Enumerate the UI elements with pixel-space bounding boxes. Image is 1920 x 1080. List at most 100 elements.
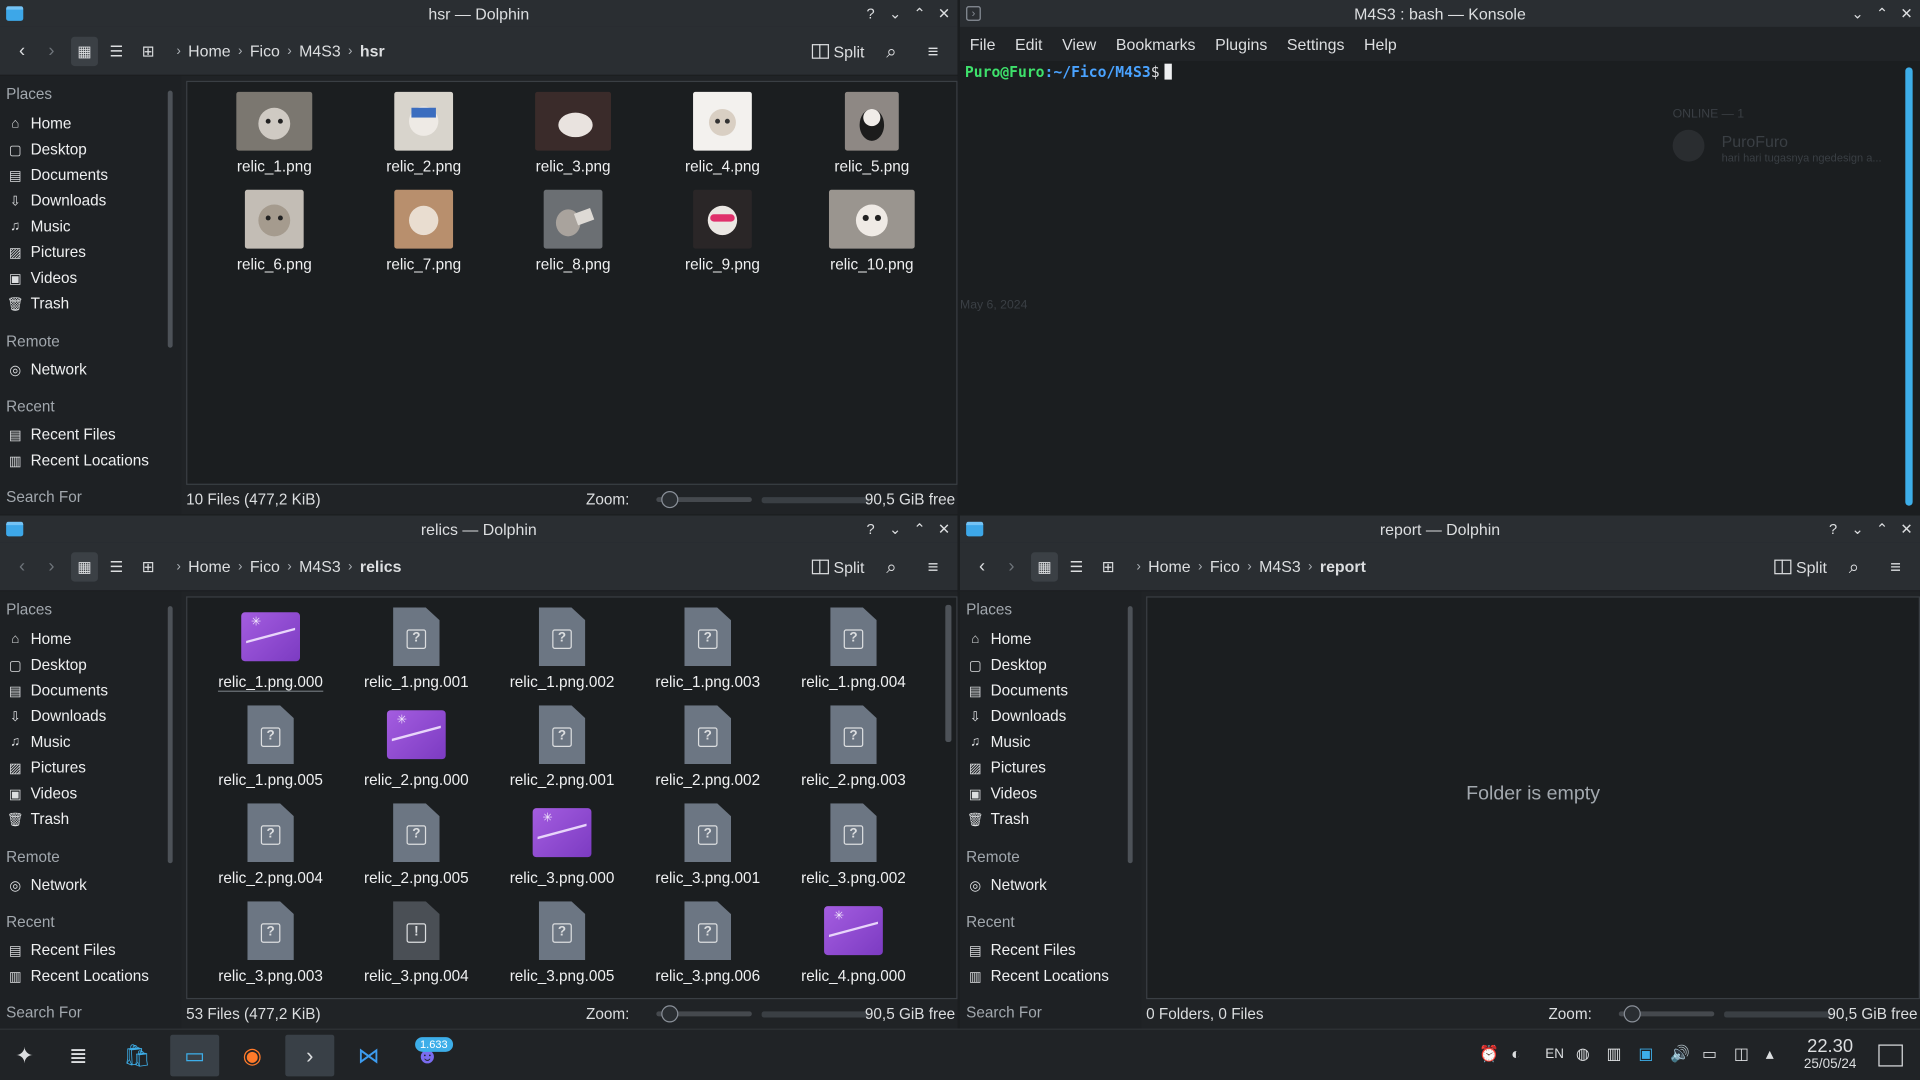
terminal-scrollbar[interactable] bbox=[1905, 67, 1913, 506]
sidebar-item-home[interactable]: ⌂ Home bbox=[7, 628, 71, 650]
file-item[interactable]: ? relic_2.png.003 bbox=[792, 705, 914, 789]
titlebar[interactable]: relics — Dolphin ? ⌄ ⌃ ✕ bbox=[0, 515, 958, 543]
breadcrumb-item[interactable]: Home bbox=[188, 557, 230, 575]
breadcrumb-item[interactable]: M4S3 bbox=[299, 557, 341, 575]
file-item[interactable]: ? relic_3.png.005 bbox=[501, 901, 623, 984]
file-item[interactable]: relic_4.png.000 bbox=[792, 901, 914, 984]
maximize-icon[interactable]: ⌃ bbox=[911, 520, 928, 537]
back-icon[interactable]: ‹ bbox=[7, 552, 36, 581]
split-button[interactable]: Split bbox=[811, 558, 864, 576]
sidebar-item-downloads[interactable]: ⇩ Downloads bbox=[7, 190, 107, 212]
file-item[interactable]: ? relic_1.png.002 bbox=[501, 607, 623, 691]
file-item[interactable]: relic_7.png bbox=[362, 189, 484, 273]
forward-icon[interactable]: › bbox=[37, 552, 66, 581]
sidebar-scrollbar[interactable] bbox=[1127, 606, 1133, 864]
file-item[interactable]: relic_4.png bbox=[661, 91, 783, 175]
breadcrumb-current[interactable]: hsr bbox=[360, 42, 385, 60]
file-item[interactable]: relic_3.png.000 bbox=[501, 803, 623, 887]
breadcrumb-item[interactable]: Fico bbox=[250, 557, 280, 575]
sidebar-item-desktop[interactable]: ▢ Desktop bbox=[7, 654, 87, 676]
file-view[interactable]: Folder is empty bbox=[1146, 596, 1920, 1000]
forward-icon[interactable]: › bbox=[37, 36, 66, 65]
file-view-scrollbar[interactable] bbox=[945, 604, 952, 743]
file-view[interactable]: relic_1.png relic_2.png relic_3.png reli… bbox=[186, 80, 958, 485]
file-item[interactable]: ? relic_2.png.002 bbox=[647, 705, 769, 789]
menu-edit[interactable]: Edit bbox=[1005, 35, 1052, 53]
menu-view[interactable]: View bbox=[1052, 35, 1106, 53]
compact-view-button[interactable]: ⊞ bbox=[135, 552, 162, 581]
split-button[interactable]: Split bbox=[1773, 558, 1827, 576]
breadcrumb-current[interactable]: relics bbox=[360, 557, 402, 575]
menu-plugins[interactable]: Plugins bbox=[1205, 35, 1277, 53]
sidebar-item-pictures[interactable]: ▨ Pictures bbox=[7, 757, 86, 779]
sidebar-item-network[interactable]: ◎ Network bbox=[967, 874, 1046, 896]
breadcrumb-item[interactable]: Fico bbox=[250, 42, 280, 60]
file-item[interactable]: relic_8.png bbox=[512, 189, 634, 273]
icons-view-button[interactable]: ▦ bbox=[71, 551, 98, 582]
breadcrumb-item[interactable]: Fico bbox=[1210, 557, 1240, 575]
file-item[interactable]: ? relic_1.png.003 bbox=[647, 607, 769, 691]
network-tray-icon[interactable]: ◫ bbox=[1734, 1044, 1749, 1064]
minimize-icon[interactable]: ⌄ bbox=[887, 520, 904, 537]
sidebar-item-music[interactable]: ♫ Music bbox=[7, 216, 70, 238]
split-button[interactable]: Split bbox=[811, 42, 864, 61]
file-item[interactable]: ? relic_3.png.002 bbox=[792, 803, 914, 887]
file-item[interactable]: ! relic_3.png.004 bbox=[355, 901, 477, 984]
file-item[interactable]: relic_10.png bbox=[811, 189, 933, 273]
breadcrumb-item[interactable]: Home bbox=[1148, 557, 1190, 575]
details-view-button[interactable]: ☰ bbox=[103, 36, 130, 65]
tray-expand-icon[interactable]: ▴ bbox=[1766, 1044, 1774, 1064]
file-item[interactable]: ? relic_1.png.005 bbox=[209, 705, 331, 789]
details-view-button[interactable]: ☰ bbox=[1063, 552, 1090, 581]
zoom-slider-handle[interactable] bbox=[661, 491, 679, 509]
sidebar-scrollbar[interactable] bbox=[167, 606, 173, 864]
sidebar-item-recent-files[interactable]: ▤ Recent Files bbox=[7, 424, 116, 446]
close-icon[interactable]: ✕ bbox=[936, 5, 953, 22]
close-icon[interactable]: ✕ bbox=[1898, 5, 1915, 22]
icons-view-button[interactable]: ▦ bbox=[1031, 551, 1058, 582]
sidebar-item-music[interactable]: ♫ Music bbox=[7, 731, 70, 753]
file-item[interactable]: ? relic_2.png.004 bbox=[209, 803, 331, 887]
maximize-icon[interactable]: ⌃ bbox=[911, 5, 928, 22]
hamburger-menu-icon[interactable]: ≡ bbox=[1881, 552, 1910, 581]
compact-view-button[interactable]: ⊞ bbox=[135, 36, 162, 65]
discover-store-icon[interactable]: 🛍 bbox=[113, 1035, 162, 1077]
file-item[interactable]: relic_9.png bbox=[661, 189, 783, 273]
sidebar-item-trash[interactable]: 🗑 Trash bbox=[967, 808, 1029, 830]
icons-view-button[interactable]: ▦ bbox=[71, 36, 98, 66]
sidebar-item-downloads[interactable]: ⇩ Downloads bbox=[967, 705, 1067, 727]
file-item[interactable]: relic_2.png bbox=[362, 91, 484, 175]
back-icon[interactable]: ‹ bbox=[967, 552, 996, 581]
show-desktop-icon[interactable] bbox=[1878, 1044, 1903, 1067]
help-icon[interactable]: ? bbox=[862, 5, 879, 22]
file-item[interactable]: relic_6.png bbox=[213, 189, 335, 273]
compact-view-button[interactable]: ⊞ bbox=[1095, 552, 1122, 581]
sidebar-item-trash[interactable]: 🗑 Trash bbox=[7, 808, 69, 830]
back-icon[interactable]: ‹ bbox=[7, 36, 36, 65]
close-icon[interactable]: ✕ bbox=[1898, 520, 1915, 537]
breadcrumb-current[interactable]: report bbox=[1320, 557, 1366, 575]
alarm-icon[interactable]: ⏰ bbox=[1479, 1044, 1499, 1064]
sidebar-item-documents[interactable]: ▤ Documents bbox=[7, 164, 108, 186]
sidebar-item-desktop[interactable]: ▢ Desktop bbox=[7, 138, 87, 160]
zoom-slider-handle[interactable] bbox=[1623, 1005, 1641, 1023]
sidebar-item-music[interactable]: ♫ Music bbox=[967, 731, 1030, 753]
battery-icon[interactable]: ▭ bbox=[1702, 1044, 1717, 1064]
sidebar-item-downloads[interactable]: ⇩ Downloads bbox=[7, 705, 107, 727]
file-item[interactable]: relic_3.png bbox=[512, 91, 634, 175]
accessibility-icon[interactable]: ◍ bbox=[1576, 1044, 1590, 1064]
sidebar-item-videos[interactable]: ▣ Videos bbox=[967, 782, 1037, 804]
dolphin-taskbar-icon[interactable]: ▭ bbox=[170, 1034, 220, 1077]
sidebar-scrollbar[interactable] bbox=[167, 90, 173, 348]
sidebar-item-recent-locations[interactable]: ▥ Recent Locations bbox=[7, 965, 149, 987]
file-item[interactable]: ? relic_2.png.001 bbox=[501, 705, 623, 789]
system-settings-icon[interactable]: ≣ bbox=[54, 1035, 103, 1077]
search-icon[interactable]: ⌕ bbox=[1839, 552, 1868, 581]
details-view-button[interactable]: ☰ bbox=[103, 552, 130, 581]
file-view[interactable]: relic_1.png.000 ?relic_1.png.001 ?relic_… bbox=[186, 596, 958, 1000]
sidebar-item-network[interactable]: ◎ Network bbox=[7, 359, 86, 381]
minimize-icon[interactable]: ⌄ bbox=[1849, 5, 1866, 22]
search-icon[interactable]: ⌕ bbox=[877, 552, 906, 581]
sidebar-item-pictures[interactable]: ▨ Pictures bbox=[7, 241, 86, 263]
sidebar-item-recent-locations[interactable]: ▥ Recent Locations bbox=[7, 449, 149, 471]
